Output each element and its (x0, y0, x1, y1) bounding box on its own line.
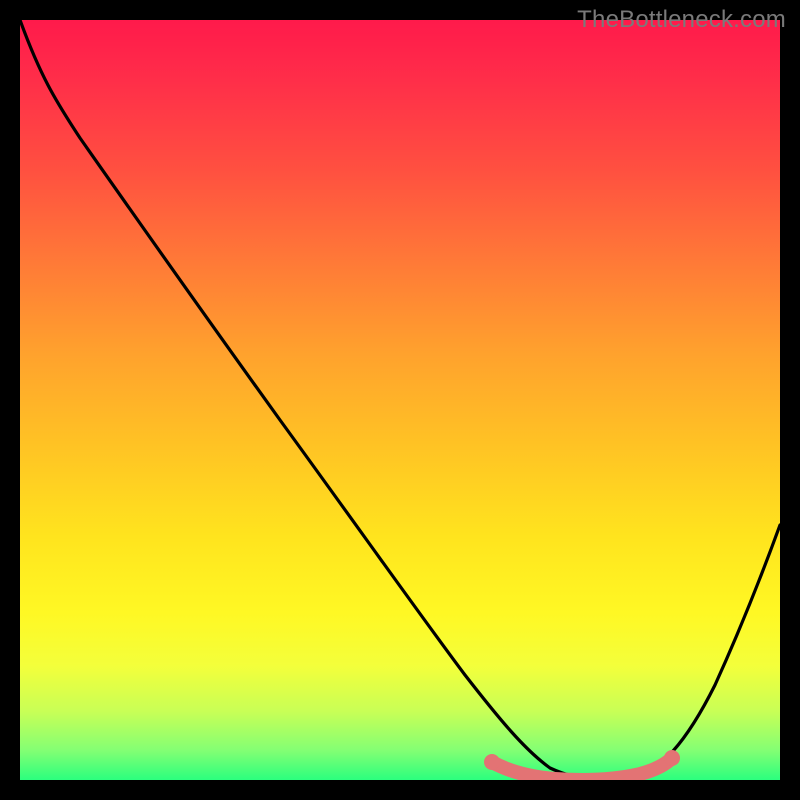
optimal-range-end-dot (664, 750, 680, 766)
watermark-text: TheBottleneck.com (577, 6, 786, 34)
bottleneck-curve (20, 20, 780, 780)
optimal-range-start-dot (484, 754, 500, 770)
chart-frame: TheBottleneck.com (0, 0, 800, 800)
optimal-range-marker (492, 758, 672, 780)
curves-layer (20, 20, 780, 780)
